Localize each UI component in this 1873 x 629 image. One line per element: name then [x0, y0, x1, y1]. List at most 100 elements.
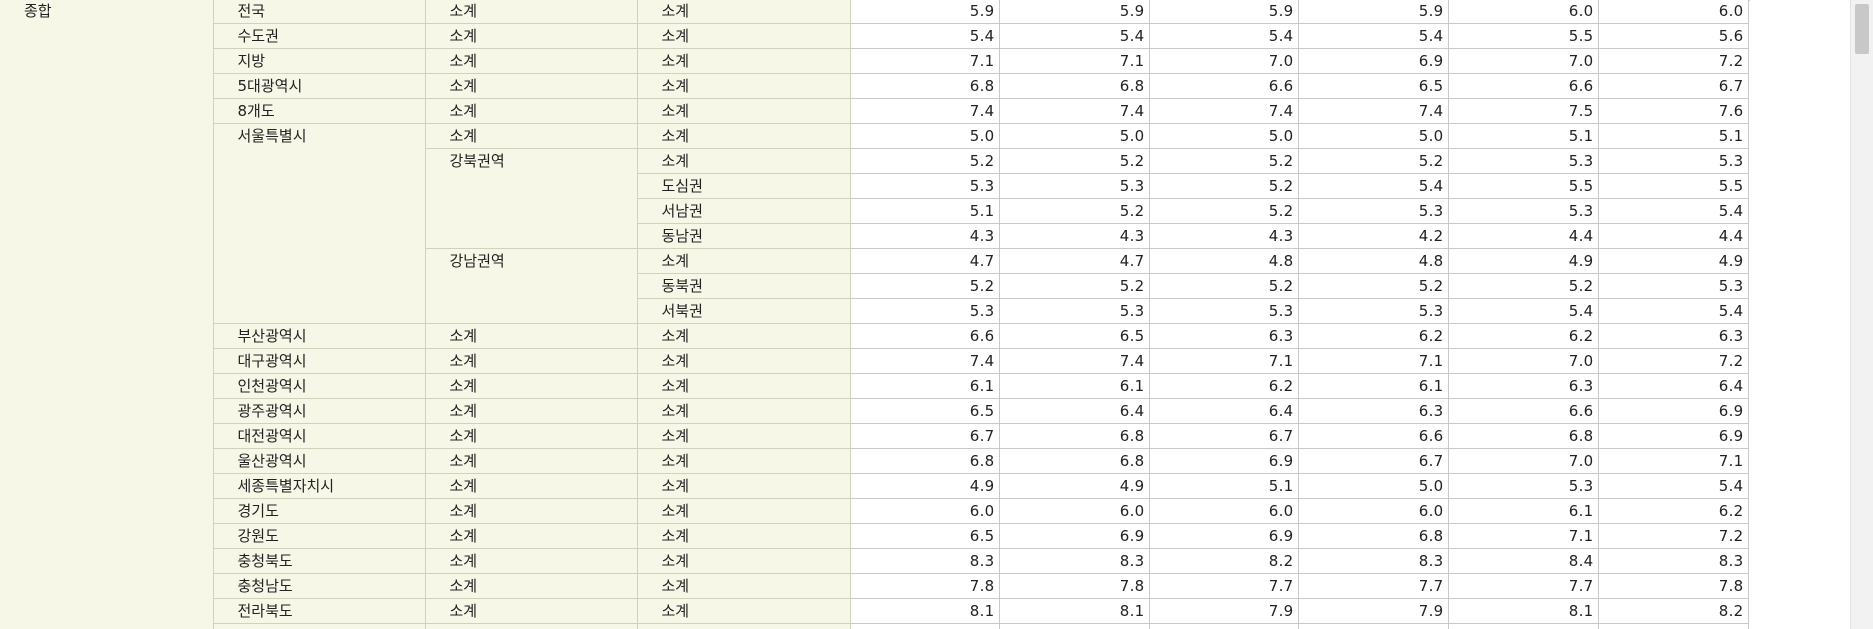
- value-cell: 6.0: [1598, 0, 1749, 24]
- subregion-label: 소계: [449, 452, 478, 470]
- subregion-label: 소계: [449, 127, 478, 145]
- table-row: 지방 소계 소계 7.1 7.1 7.0 6.9 7.0 7.2: [0, 48, 1749, 74]
- subregion-cell: 소계: [425, 398, 638, 424]
- value-cell: 5.4: [850, 23, 1000, 49]
- subregion-label: 소계: [449, 577, 478, 595]
- value-cell: 5.5: [1448, 173, 1599, 199]
- district-label: 소계: [661, 577, 690, 595]
- value-cell: 6.1: [999, 373, 1150, 399]
- value-cell: 5.3: [1598, 148, 1749, 174]
- value-cell: 4.9: [1448, 248, 1599, 274]
- region-cell: 대구광역시: [213, 348, 426, 374]
- value-cell: 6.7: [1598, 73, 1749, 99]
- value-cell: 5.2: [999, 273, 1150, 299]
- region-label: 대전광역시: [237, 427, 307, 445]
- district-cell: 동남권: [637, 223, 851, 249]
- value-cell: 7.4: [850, 98, 1000, 124]
- value-cell: 6.0: [850, 498, 1000, 524]
- region-cell: 8개도: [213, 98, 426, 124]
- region-label: 전국: [237, 2, 266, 20]
- value-cell: 5.2: [1298, 148, 1449, 174]
- value-cell: 6.8: [850, 448, 1000, 474]
- empty-value-cell: [1298, 623, 1449, 629]
- value-cell: 5.4: [1598, 298, 1749, 324]
- subregion-label: 강남권역: [449, 252, 505, 270]
- value-cell: 6.2: [1448, 323, 1599, 349]
- table-row: 인천광역시 소계 소계 6.1 6.1 6.2 6.1 6.3 6.4: [0, 373, 1749, 399]
- value-cell: 5.4: [1448, 298, 1599, 324]
- value-cell: 4.8: [1298, 248, 1449, 274]
- value-cell: 6.1: [850, 373, 1000, 399]
- value-cell: 8.3: [1298, 548, 1449, 574]
- value-cell: 5.0: [999, 123, 1150, 149]
- subregion-cell: 강남권역: [425, 248, 638, 324]
- subregion-label: 소계: [449, 477, 478, 495]
- district-cell: 소계: [637, 423, 851, 449]
- value-cell: 7.0: [1448, 448, 1599, 474]
- value-cell: 6.0: [999, 498, 1150, 524]
- value-cell: 6.8: [999, 73, 1150, 99]
- vertical-scrollbar[interactable]: [1850, 0, 1873, 629]
- value-cell: 6.8: [1298, 523, 1449, 549]
- value-cell: 7.7: [1298, 573, 1449, 599]
- subregion-label: 소계: [449, 77, 478, 95]
- value-cell: 8.4: [1448, 548, 1599, 574]
- value-cell: 6.6: [1298, 423, 1449, 449]
- district-label: 소계: [661, 477, 690, 495]
- subregion-cell: 소계: [425, 548, 638, 574]
- district-label: 동남권: [661, 227, 703, 245]
- value-cell: 4.8: [1149, 248, 1299, 274]
- district-label: 소계: [661, 452, 690, 470]
- value-cell: 6.0: [1149, 498, 1299, 524]
- value-cell: 6.5: [1298, 73, 1449, 99]
- district-cell: 소계: [637, 0, 851, 24]
- subregion-label: 소계: [449, 52, 478, 70]
- value-cell: 5.3: [850, 173, 1000, 199]
- value-cell: 5.2: [1149, 173, 1299, 199]
- district-cell: 소계: [637, 398, 851, 424]
- district-label: 동북권: [661, 277, 703, 295]
- subregion-cell: 소계: [425, 473, 638, 499]
- value-cell: 5.0: [1298, 123, 1449, 149]
- value-cell: 7.4: [999, 348, 1150, 374]
- district-label: 소계: [661, 102, 690, 120]
- value-cell: 8.2: [1598, 598, 1749, 624]
- district-cell: 소계: [637, 123, 851, 149]
- scrollbar-thumb[interactable]: [1855, 4, 1869, 54]
- subregion-label: 소계: [449, 2, 478, 20]
- value-cell: 5.3: [1448, 198, 1599, 224]
- value-cell: 7.4: [999, 98, 1150, 124]
- district-label: 소계: [661, 402, 690, 420]
- value-cell: 7.7: [1448, 573, 1599, 599]
- region-cell: 인천광역시: [213, 373, 426, 399]
- district-label: 소계: [661, 127, 690, 145]
- value-cell: 7.2: [1598, 48, 1749, 74]
- subregion-cell: 소계: [425, 423, 638, 449]
- district-cell: 소계: [637, 48, 851, 74]
- value-cell: 7.8: [850, 573, 1000, 599]
- value-cell: 5.3: [1448, 473, 1599, 499]
- value-cell: 7.6: [1598, 98, 1749, 124]
- value-cell: 6.4: [1598, 373, 1749, 399]
- region-label: 세종특별자치시: [237, 477, 335, 495]
- subregion-label: 소계: [449, 27, 478, 45]
- value-cell: 6.3: [1149, 323, 1299, 349]
- region-cell: 지방: [213, 48, 426, 74]
- value-cell: 5.2: [1149, 273, 1299, 299]
- region-label: 서울특별시: [237, 127, 307, 145]
- value-cell: 4.9: [1598, 248, 1749, 274]
- value-cell: 6.0: [1448, 0, 1599, 24]
- value-cell: 7.9: [1149, 598, 1299, 624]
- value-cell: 6.9: [1149, 448, 1299, 474]
- region-cell: 부산광역시: [213, 323, 426, 349]
- value-cell: 5.1: [1448, 123, 1599, 149]
- value-cell: 5.3: [1448, 148, 1599, 174]
- value-cell: 6.8: [999, 448, 1150, 474]
- value-cell: 5.1: [1149, 473, 1299, 499]
- subregion-cell: 소계: [425, 348, 638, 374]
- value-cell: 5.2: [850, 148, 1000, 174]
- empty-value-cell: [999, 623, 1150, 629]
- district-cell: 소계: [637, 523, 851, 549]
- table-row: 서울특별시 소계 소계 5.0 5.0 5.0 5.0 5.1 5.1: [0, 123, 1749, 324]
- value-cell: 7.1: [1298, 348, 1449, 374]
